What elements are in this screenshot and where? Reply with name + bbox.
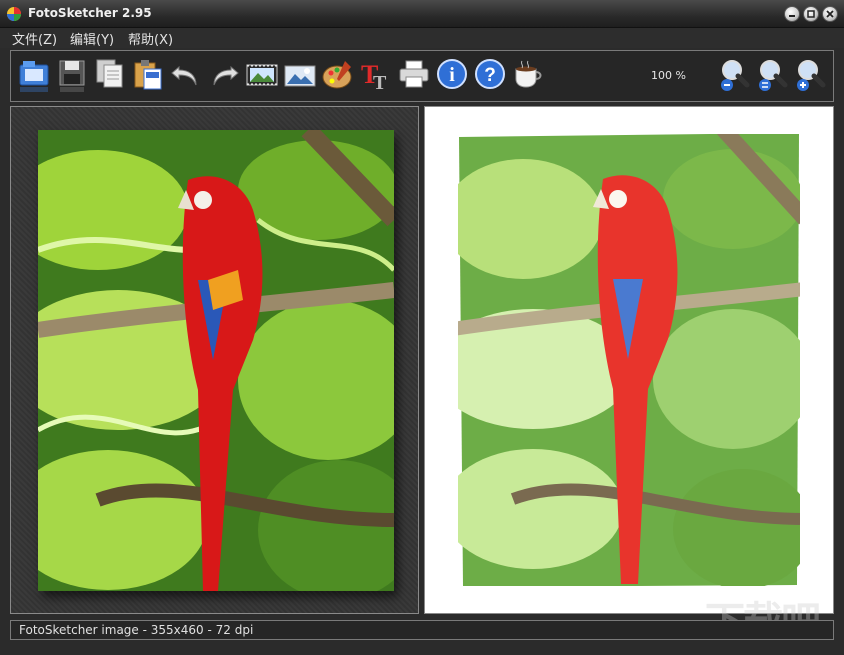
compare-button[interactable] [283,57,317,95]
text-icon: T T [361,60,387,94]
maximize-icon [807,10,815,18]
zoom-fit-icon [759,60,788,91]
help-icon: ? [475,59,505,89]
original-image-panel[interactable] [10,106,419,614]
zoom-level: 100 % [651,69,686,82]
original-photo [38,130,394,591]
copy-button[interactable] [93,57,127,95]
app-logo-icon [7,7,21,21]
print-button[interactable] [397,57,431,95]
close-button[interactable] [822,6,838,22]
paste-button[interactable] [131,57,165,95]
zoom-in-icon [797,60,826,91]
zoom-out-button[interactable] [717,57,751,95]
title-bar: FotoSketcher 2.95 [0,0,844,28]
donate-button[interactable] [511,57,545,95]
minimize-button[interactable] [784,6,800,22]
undo-icon [171,65,197,86]
menu-bar: 文件(Z) 编辑(Y) 帮助(X) [0,28,844,48]
menu-file[interactable]: 文件(Z) [12,29,57,48]
zoom-fit-button[interactable] [755,57,789,95]
status-text: FotoSketcher image - 355x460 - 72 dpi [19,623,254,637]
copy-icon [96,59,123,88]
save-button[interactable] [55,57,89,95]
info-button[interactable]: i [435,57,469,95]
zoom-in-button[interactable] [793,57,827,95]
open-button[interactable] [17,57,51,95]
compare-icon [284,65,316,87]
info-icon: i [437,59,467,89]
palette-button[interactable] [321,57,355,95]
redo-button[interactable] [207,57,241,95]
result-image-panel[interactable]: 下载吧 [424,106,834,645]
help-button[interactable]: ? [473,57,507,95]
parrot-photo-image [38,130,394,591]
undo-button[interactable] [169,57,203,95]
palette-icon [322,61,352,89]
svg-text:i: i [449,64,455,86]
text-button[interactable]: T T [359,57,393,95]
watercolor-parrot-image [453,129,805,591]
redo-icon [213,65,239,86]
svg-text:T: T [373,72,387,94]
open-folder-icon [19,61,49,92]
minimize-icon [789,15,795,17]
window-title: FotoSketcher 2.95 [28,6,152,20]
print-icon [399,60,429,88]
status-bar: FotoSketcher image - 355x460 - 72 dpi [10,620,834,640]
toolbar: T T i ? 100 % [10,50,834,102]
painted-result [453,129,805,591]
process-image-button[interactable] [245,57,279,95]
coffee-icon [515,60,542,88]
save-icon [59,60,85,92]
close-icon [826,10,834,18]
menu-edit[interactable]: 编辑(Y) [70,29,114,48]
paste-icon [134,60,162,90]
maximize-button[interactable] [803,6,819,22]
svg-text:?: ? [484,65,496,86]
menu-help[interactable]: 帮助(X) [128,29,173,48]
process-image-icon [246,64,278,86]
zoom-out-icon [721,60,750,91]
